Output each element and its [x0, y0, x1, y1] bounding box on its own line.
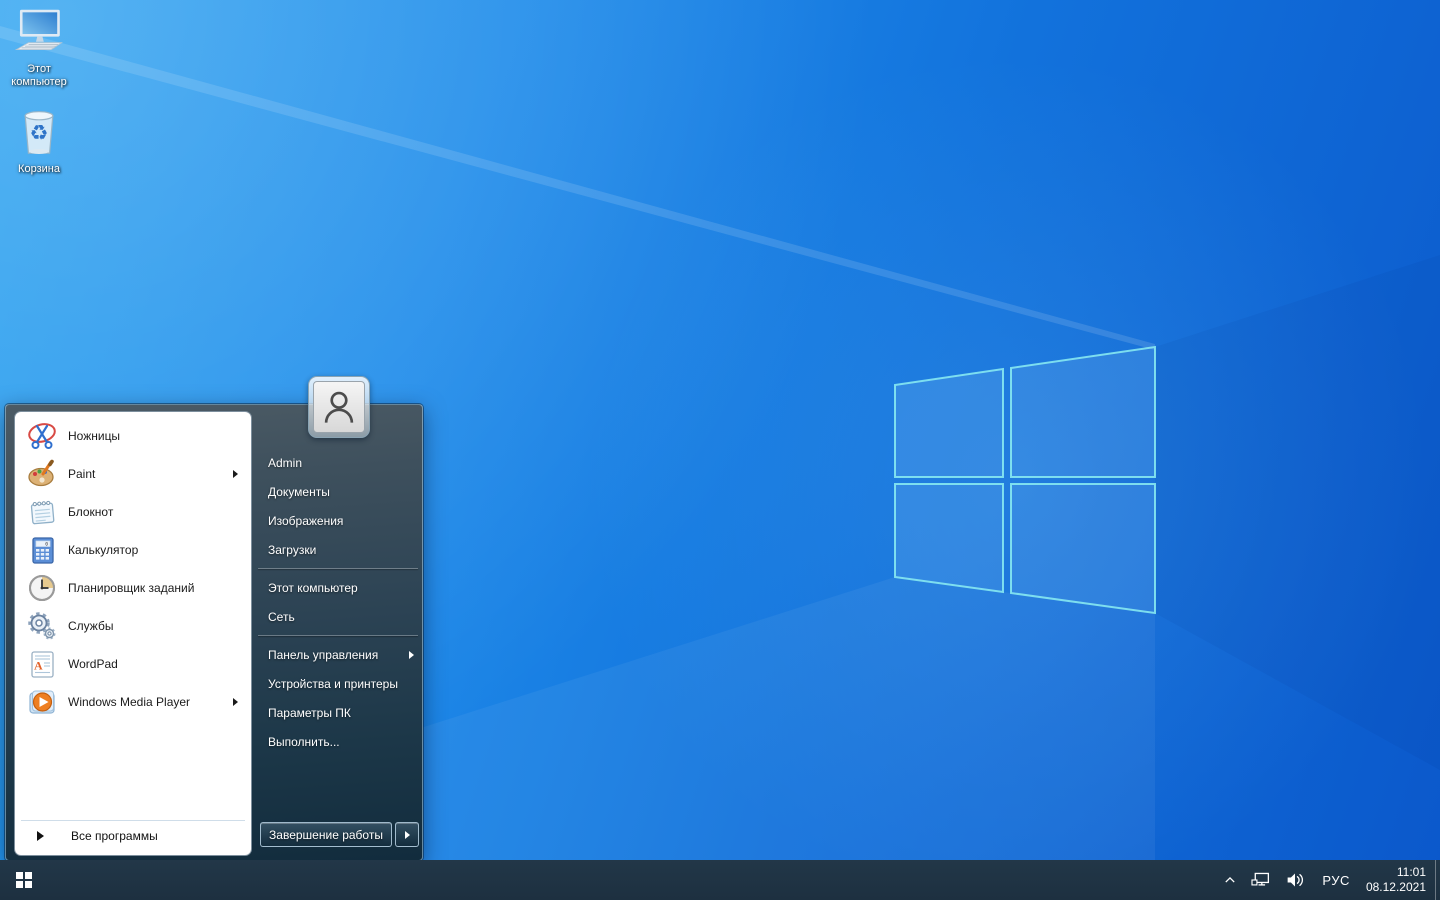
start-button[interactable] [0, 860, 48, 900]
start-menu-item-run[interactable]: Выполнить... [252, 727, 424, 756]
network-icon [1251, 871, 1271, 889]
start-menu-item-calculator[interactable]: 0 Калькулятор [18, 531, 248, 569]
tray-volume-button[interactable] [1278, 860, 1312, 900]
svg-text:0: 0 [45, 542, 48, 548]
start-menu-item-user-admin[interactable]: Admin [252, 448, 424, 477]
clock[interactable]: 11:01 08.12.2021 [1360, 860, 1435, 900]
recycle-bin-icon: ♻ [13, 104, 65, 160]
submenu-arrow-icon [233, 470, 238, 478]
shutdown-row: Завершение работы [260, 822, 419, 847]
wordpad-icon: A [26, 648, 58, 680]
paint-icon [26, 458, 58, 490]
shutdown-button[interactable]: Завершение работы [260, 822, 392, 847]
language-indicator[interactable]: РУС [1312, 860, 1360, 900]
menu-item-label: Paint [68, 467, 95, 481]
menu-item-label: Планировщик заданий [68, 581, 194, 595]
start-menu-programs-panel: Ножницы Paint [14, 411, 252, 856]
windows-media-player-icon [26, 686, 58, 718]
submenu-arrow-icon [409, 651, 414, 659]
taskbar: РУС 11:01 08.12.2021 [0, 860, 1440, 900]
start-menu-item-control-panel[interactable]: Панель управления [252, 640, 424, 669]
menu-item-label: Службы [68, 619, 113, 633]
start-menu-places-panel: Admin Документы Изображения Загрузки Это… [252, 405, 424, 862]
start-menu-item-notepad[interactable]: Блокнот [18, 493, 248, 531]
all-programs-button[interactable]: Все программы [21, 820, 245, 851]
all-programs-label: Все программы [71, 829, 158, 843]
menu-item-label: Windows Media Player [68, 695, 190, 709]
windows-logo-icon [16, 872, 32, 888]
desktop: Этот компьютер ♻ Корзина [0, 0, 1440, 900]
notepad-icon [26, 496, 58, 528]
desktop-icon-this-pc[interactable]: Этот компьютер [0, 8, 78, 89]
submenu-arrow-icon [233, 698, 238, 706]
desktop-icon-label: Корзина [18, 163, 60, 176]
start-menu-item-downloads[interactable]: Загрузки [252, 535, 424, 564]
menu-separator [258, 568, 418, 569]
clock-time: 11:01 [1366, 865, 1426, 880]
menu-separator [258, 635, 418, 636]
start-menu-item-paint[interactable]: Paint [18, 455, 248, 493]
tray-chevron-button[interactable] [1216, 860, 1244, 900]
desktop-icon-recycle-bin[interactable]: ♻ Корзина [0, 104, 78, 176]
show-desktop-button[interactable] [1435, 860, 1440, 900]
start-menu-item-windows-media-player[interactable]: Windows Media Player [18, 683, 248, 721]
menu-item-label: Выполнить... [268, 735, 340, 749]
tray-network-button[interactable] [1244, 860, 1278, 900]
menu-item-label: Калькулятор [68, 543, 138, 557]
menu-item-label: Сеть [268, 610, 295, 624]
services-gears-icon [26, 610, 58, 642]
volume-icon [1285, 871, 1305, 889]
menu-item-label: Ножницы [68, 429, 120, 443]
menu-item-label: Устройства и принтеры [268, 677, 398, 691]
menu-item-label: Admin [268, 456, 302, 470]
start-menu-item-pc-settings[interactable]: Параметры ПК [252, 698, 424, 727]
desktop-icon-label: Этот компьютер [0, 63, 78, 89]
svg-text:♻: ♻ [30, 120, 49, 145]
menu-item-label: Изображения [268, 514, 343, 528]
svg-text:A: A [34, 659, 43, 673]
system-tray: РУС 11:01 08.12.2021 [1216, 860, 1440, 900]
this-pc-icon [11, 8, 67, 60]
task-scheduler-icon [26, 572, 58, 604]
menu-item-label: Этот компьютер [268, 581, 358, 595]
shutdown-arrow-icon [405, 831, 410, 839]
menu-item-label: Загрузки [268, 543, 316, 557]
start-menu-item-snipping-tool[interactable]: Ножницы [18, 417, 248, 455]
start-menu-item-this-pc[interactable]: Этот компьютер [252, 573, 424, 602]
start-menu-item-network[interactable]: Сеть [252, 602, 424, 631]
menu-item-label: Блокнот [68, 505, 113, 519]
start-menu-item-pictures[interactable]: Изображения [252, 506, 424, 535]
start-menu-item-wordpad[interactable]: A WordPad [18, 645, 248, 683]
menu-item-label: Документы [268, 485, 330, 499]
all-programs-arrow-icon [37, 831, 44, 841]
start-menu-item-devices-printers[interactable]: Устройства и принтеры [252, 669, 424, 698]
snipping-tool-icon [26, 420, 58, 452]
chevron-up-icon [1223, 873, 1237, 887]
start-menu-item-services[interactable]: Службы [18, 607, 248, 645]
menu-item-label: Панель управления [268, 648, 378, 662]
calculator-icon: 0 [26, 534, 58, 566]
start-menu: Ножницы Paint [5, 404, 423, 861]
menu-item-label: WordPad [68, 657, 118, 671]
shutdown-options-arrow-button[interactable] [395, 822, 419, 847]
start-menu-item-task-scheduler[interactable]: Планировщик заданий [18, 569, 248, 607]
start-menu-item-documents[interactable]: Документы [252, 477, 424, 506]
clock-date: 08.12.2021 [1366, 880, 1426, 895]
menu-item-label: Параметры ПК [268, 706, 351, 720]
